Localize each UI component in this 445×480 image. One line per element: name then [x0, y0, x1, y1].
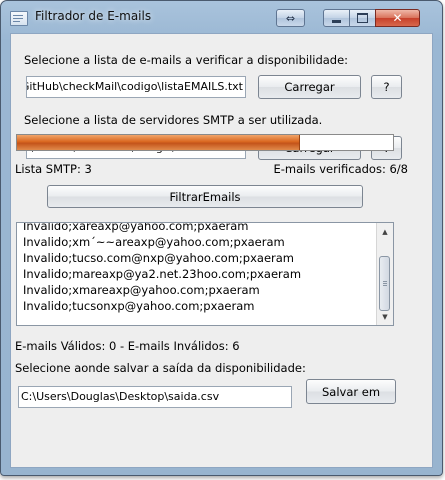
output-location-label: Selecione aonde salvar a saída da dispon… [15, 361, 306, 375]
filter-emails-button[interactable]: FiltrarEmails [47, 185, 363, 208]
result-line[interactable]: Invalido;tucso.com@nxp@yahoo.com;pxaeram [23, 250, 373, 266]
close-button[interactable]: ✕ [375, 9, 420, 27]
result-line[interactable]: Invalido;xareaxp@yahoo.com;pxaeram [23, 223, 373, 234]
window-title: Filtrador de E-mails [35, 9, 152, 23]
emails-verified-label: E-mails verificados: 6/8 [273, 162, 409, 176]
result-line[interactable]: Invalido;xm´~~areaxp@yahoo.com;pxaeram [23, 234, 373, 250]
maximize-icon [357, 13, 368, 23]
results-list[interactable]: Invalido;xareaxp@yahoo.com;pxaeram Invali… [16, 222, 394, 326]
application-window: Filtrador de E-mails ⇔ ✕ Selecione a lis… [0, 0, 443, 476]
minimize-button[interactable] [323, 9, 350, 27]
double-arrow-icon: ⇔ [285, 11, 296, 25]
minimize-icon [332, 19, 341, 23]
emails-path-field[interactable]: C:\Users\Douglas\Desktop\GitHub\checkMai… [26, 76, 246, 98]
progress-fill [17, 135, 300, 150]
result-line[interactable]: Invalido;xmareaxp@yahoo.com;pxaeram [23, 282, 373, 298]
result-line[interactable]: Invalido;mareaxp@ya2.net.23hoo.com;pxaer… [23, 266, 373, 282]
verification-progress-bar [16, 134, 394, 151]
result-line[interactable]: Invalido;tucsonxp@yahoo.com;pxaeram [23, 298, 373, 314]
scroll-down-arrow-icon[interactable]: ▼ [377, 309, 393, 324]
scroll-up-arrow-icon[interactable]: ▲ [377, 224, 393, 239]
save-as-button[interactable]: Salvar em [306, 379, 396, 404]
emails-help-button[interactable]: ? [371, 75, 402, 99]
summary-label: E-mails Válidos: 0 - E-mails Inválidos: … [15, 339, 240, 353]
title-bar[interactable]: Filtrador de E-mails ⇔ ✕ [1, 1, 442, 33]
smtp-list-label: Selecione a lista de servidores SMTP a s… [24, 113, 323, 127]
emails-list-label: Selecione a lista de e-mails a verificar… [24, 53, 349, 67]
results-scrollbar[interactable]: ▲ ▼ [376, 223, 393, 325]
output-path-field[interactable]: C:\Users\Douglas\Desktop\saida.csv [18, 386, 292, 408]
close-icon: ✕ [392, 11, 403, 25]
app-icon [10, 11, 28, 26]
resize-arrows-button[interactable]: ⇔ [276, 9, 305, 27]
emails-path-text: C:\Users\Douglas\Desktop\GitHub\checkMai… [27, 80, 243, 93]
maximize-button[interactable] [349, 9, 376, 27]
smtp-count-label: Lista SMTP: 3 [15, 162, 92, 176]
load-emails-button[interactable]: Carregar [258, 75, 361, 99]
scrollbar-thumb[interactable] [379, 256, 390, 311]
results-list-content: Invalido;xareaxp@yahoo.com;pxaeram Invali… [23, 223, 373, 314]
